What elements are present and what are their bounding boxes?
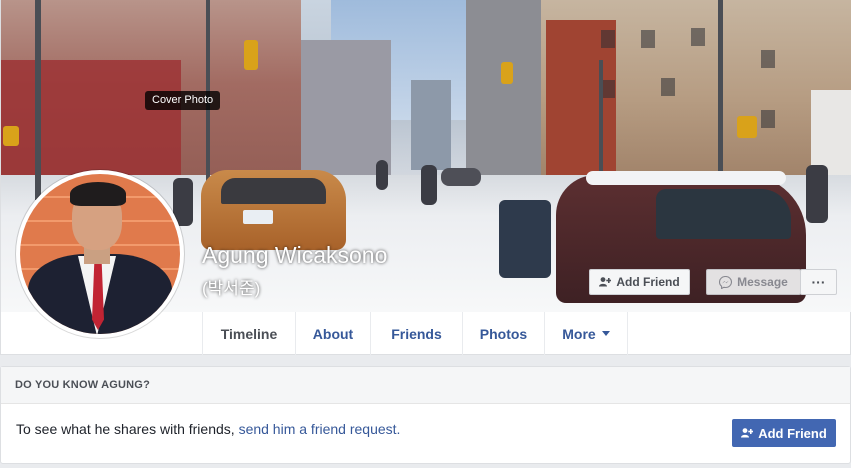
cover-window <box>761 110 775 128</box>
cover-photo-tooltip: Cover Photo <box>145 91 221 110</box>
add-friend-label: Add Friend <box>616 275 680 289</box>
cover-building <box>411 80 451 170</box>
cover-pole <box>35 0 41 200</box>
add-friend-primary-button[interactable]: Add Friend <box>732 419 836 447</box>
cover-building <box>466 0 546 175</box>
do-you-know-card: DO YOU KNOW AGUNG? To see what he shares… <box>0 366 851 464</box>
traffic-light <box>3 126 19 146</box>
traffic-light <box>244 40 258 70</box>
tab-label: About <box>312 325 354 342</box>
message-label: Message <box>737 275 788 289</box>
add-friend-primary-label: Add Friend <box>758 425 827 441</box>
tab-label: Timeline <box>220 325 278 342</box>
tab-label: Friends <box>391 325 442 342</box>
add-friend-button[interactable]: Add Friend <box>589 269 690 295</box>
cover-person <box>376 160 388 190</box>
cover-car <box>441 168 481 186</box>
profile-picture[interactable] <box>16 170 184 338</box>
do-you-know-text: To see what he shares with friends, send… <box>16 421 400 437</box>
ellipsis-icon: ··· <box>811 274 826 290</box>
messenger-icon <box>719 275 733 289</box>
tab-more[interactable]: More <box>544 312 628 355</box>
cover-window <box>641 30 655 48</box>
add-person-icon <box>741 428 754 438</box>
cover-car <box>201 170 346 250</box>
tab-label: More <box>562 325 596 342</box>
cover-person <box>499 200 551 278</box>
add-person-icon <box>599 277 612 287</box>
profile-alternate-name: (박서준) <box>202 279 261 298</box>
profile-name[interactable]: Agung Wicaksono <box>202 242 387 269</box>
tab-label: Photos <box>479 325 528 342</box>
tab-about[interactable]: About <box>295 312 370 355</box>
send-friend-request-link[interactable]: send him a friend request. <box>239 421 401 437</box>
chevron-down-icon <box>601 331 610 336</box>
cover-building <box>301 40 391 180</box>
cover-window <box>761 50 775 68</box>
traffic-light <box>737 116 757 138</box>
cover-window <box>601 80 615 98</box>
tab-photos[interactable]: Photos <box>462 312 544 355</box>
cover-pole <box>718 0 723 175</box>
do-you-know-message: To see what he shares with friends, <box>16 421 235 437</box>
cover-person <box>421 165 437 205</box>
more-options-button[interactable]: ··· <box>800 269 837 295</box>
tab-timeline[interactable]: Timeline <box>202 312 295 355</box>
message-button[interactable]: Message <box>706 269 801 295</box>
profile-tabs: Timeline About Friends Photos More <box>202 312 628 355</box>
cover-person <box>806 165 828 223</box>
cover-window <box>691 28 705 46</box>
traffic-light <box>501 62 513 84</box>
avatar <box>20 174 180 334</box>
cover-window <box>661 78 675 96</box>
cover-window <box>601 30 615 48</box>
tab-friends[interactable]: Friends <box>370 312 462 355</box>
do-you-know-heading: DO YOU KNOW AGUNG? <box>1 367 850 404</box>
